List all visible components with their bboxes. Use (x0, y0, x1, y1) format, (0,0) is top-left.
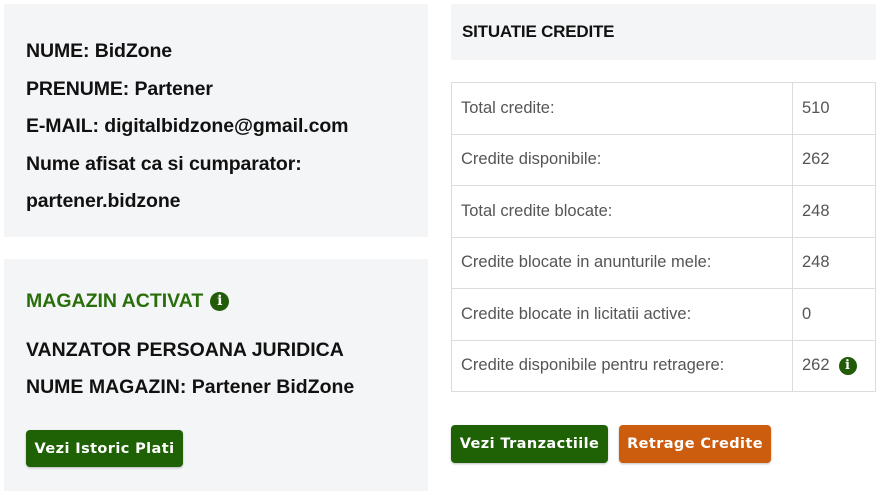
info-circle-icon[interactable]: i (210, 291, 230, 311)
credit-value: 0 (792, 288, 876, 341)
credits-table: Total credite: 510 Credite disponibile: … (451, 82, 876, 392)
profile-buyer-name-label: Nume afisat ca si cumparator: (26, 152, 302, 175)
view-transactions-button[interactable]: Vezi Tranzactiile (451, 425, 608, 463)
table-row: Total credite: 510 (451, 82, 876, 135)
profile-panel: NUME: BidZone PRENUME: Partener E-MAIL: … (4, 4, 428, 237)
shop-status-label: MAGAZIN ACTIVAT (26, 290, 204, 312)
credit-label: Credite disponibile: (451, 133, 793, 186)
credit-label: Credite disponibile pentru retragere: (451, 339, 793, 392)
info-circle-icon[interactable]: i (838, 356, 857, 375)
credit-value: 248 (792, 236, 876, 289)
credit-value-wrap: 262 i (802, 356, 866, 375)
table-row: Credite blocate in licitatii active: 0 (451, 288, 876, 341)
credit-value: 248 (792, 185, 876, 238)
table-row: Credite disponibile pentru retragere: 26… (451, 339, 876, 392)
table-row: Credite disponibile: 262 (451, 133, 876, 186)
credit-label: Credite blocate in licitatii active: (451, 288, 793, 341)
credit-value: 262 (802, 356, 830, 375)
profile-email: E-MAIL: digitalbidzone@gmail.com (26, 115, 349, 137)
shop-name: NUME MAGAZIN: Partener BidZone (26, 376, 355, 398)
credit-value: 262 (792, 133, 876, 186)
profile-buyer-name-value: partener.bidzone (26, 190, 181, 212)
profile-first-name: PRENUME: Partener (26, 77, 213, 100)
withdraw-credits-button[interactable]: Retrage Credite (619, 425, 771, 463)
payment-history-button[interactable]: Vezi Istoric Plati (26, 430, 183, 467)
credit-value-cell: 262 i (792, 339, 876, 392)
credits-header: SITUATIE CREDITE (451, 4, 876, 60)
credit-label: Credite blocate in anunturile mele: (451, 236, 793, 289)
table-row: Total credite blocate: 248 (451, 185, 876, 238)
shop-status: MAGAZIN ACTIVAT i (26, 284, 406, 318)
credits-title: SITUATIE CREDITE (462, 22, 615, 41)
seller-type: VANZATOR PERSOANA JURIDICA (26, 339, 344, 361)
credit-label: Total credite blocate: (451, 185, 793, 238)
table-row: Credite blocate in anunturile mele: 248 (451, 236, 876, 289)
credit-value: 510 (792, 82, 876, 135)
credit-label: Total credite: (451, 82, 793, 135)
profile-last-name: NUME: BidZone (26, 40, 173, 62)
